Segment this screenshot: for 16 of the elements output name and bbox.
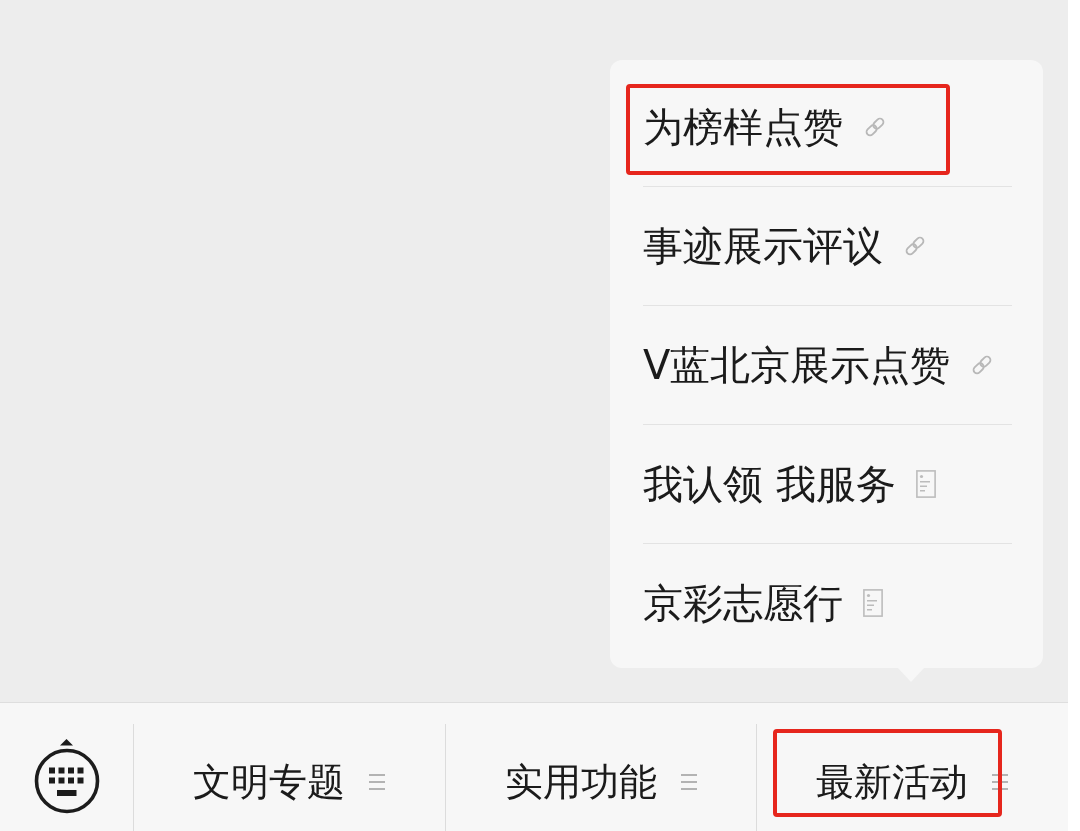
menu-lines-icon: [680, 774, 697, 790]
document-icon: [915, 470, 936, 498]
document-icon: [863, 589, 883, 617]
menu-lines-icon: [368, 774, 385, 790]
keyboard-icon[interactable]: [32, 738, 101, 816]
menu-item[interactable]: 事迹展示评议: [626, 187, 1012, 305]
menu-item[interactable]: 为榜样点赞: [626, 68, 1012, 186]
menu-lines-icon: [992, 774, 1009, 790]
link-icon: [863, 115, 887, 139]
menu-item[interactable]: V蓝北京展示点赞: [626, 306, 1012, 424]
menu-item[interactable]: 京彩志愿行: [626, 544, 1012, 662]
menu-tab[interactable]: 实用功能: [444, 703, 757, 831]
menu-tab[interactable]: 最新活动: [756, 703, 1068, 831]
link-icon: [903, 234, 927, 258]
menu-tab[interactable]: 文明专题: [133, 703, 445, 831]
menu-item[interactable]: 我认领 我服务: [626, 425, 1012, 543]
